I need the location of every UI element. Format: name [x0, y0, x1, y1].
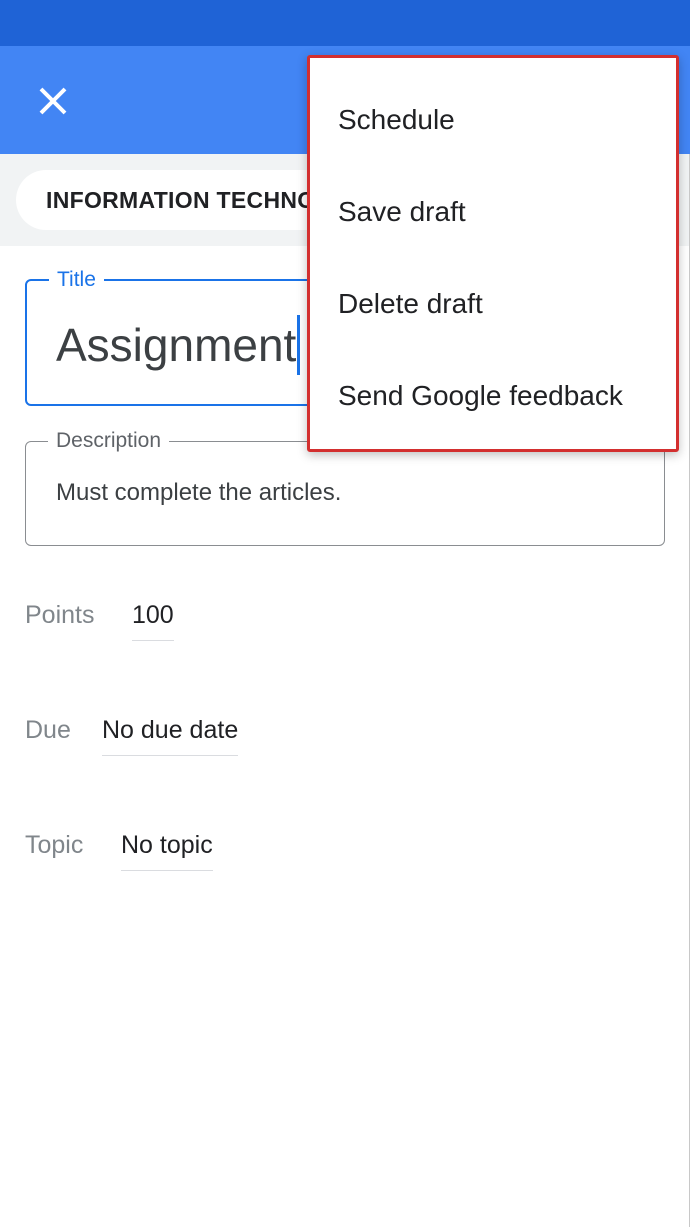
- menu-item-save-draft[interactable]: Save draft: [310, 166, 676, 258]
- menu-item-schedule[interactable]: Schedule: [310, 74, 676, 166]
- menu-item-label: Delete draft: [338, 288, 483, 319]
- menu-item-label: Schedule: [338, 104, 455, 135]
- menu-item-delete-draft[interactable]: Delete draft: [310, 258, 676, 350]
- description-label: Description: [48, 428, 170, 454]
- menu-item-send-feedback[interactable]: Send Google feedback: [310, 350, 676, 442]
- close-icon: [39, 87, 67, 115]
- overflow-menu: Schedule Save draft Delete draft Send Go…: [307, 55, 679, 452]
- title-input[interactable]: Assignment: [56, 314, 301, 379]
- status-bar: [0, 0, 690, 46]
- points-input[interactable]: 100: [132, 600, 174, 641]
- close-button[interactable]: [28, 76, 78, 126]
- menu-item-label: Save draft: [338, 196, 466, 227]
- topic-selector[interactable]: No topic: [121, 830, 213, 871]
- description-input[interactable]: Must complete the articles.: [56, 478, 341, 508]
- menu-item-label: Send Google feedback: [338, 380, 623, 411]
- title-label: Title: [49, 267, 104, 293]
- text-cursor: [297, 314, 301, 375]
- points-label: Points: [25, 601, 95, 629]
- description-field[interactable]: Description Must complete the articles.: [25, 428, 665, 546]
- title-value: Assignment: [56, 319, 297, 371]
- due-label: Due: [25, 716, 71, 744]
- due-date-selector[interactable]: No due date: [102, 715, 239, 756]
- topic-label: Topic: [25, 831, 84, 859]
